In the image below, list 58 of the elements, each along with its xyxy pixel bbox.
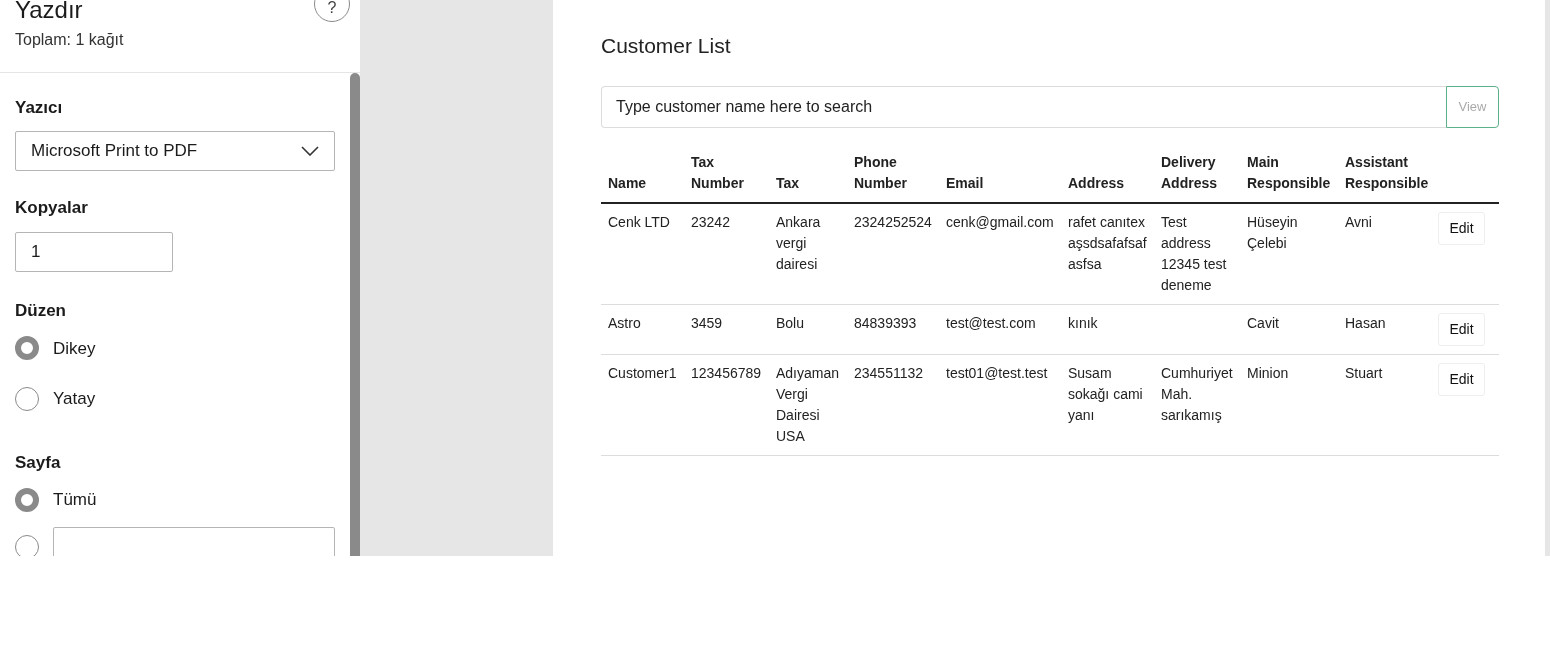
column-header: Tax Number [691,152,744,193]
page-title: Customer List [601,33,732,59]
table-cell-text: 3459 [690,313,724,333]
radio-label[interactable]: Dikey [53,335,96,361]
section-label: Kopyalar [15,196,89,219]
column-header: Address [1068,173,1125,193]
table-cell-text: cenk@gmail.com [945,212,1055,232]
table-cell-text: 123456789 [690,363,763,383]
column-header: Tax [776,173,800,193]
table-cell-text: Avni [1344,212,1373,232]
table-cell-text: 84839393 [853,313,918,333]
edit-button[interactable]: Edit [1438,211,1485,245]
table-cell-text: test01@test.test [945,363,1049,383]
table-cell-text: 234551132 [853,363,925,383]
table-cell-text: kınık [1067,313,1099,333]
table-cell-text: Susam sokağı cami yanı [1067,363,1144,425]
table-cell-text: Ankara vergi dairesi [775,212,822,274]
radio-label[interactable]: Yatay [53,386,96,412]
table-cell-text: test@test.com [945,313,1037,333]
section-label: Sayfa [15,451,62,474]
table-cell-text: Minion [1246,363,1290,383]
radio-button[interactable] [15,336,39,361]
column-header: Assistant Responsible [1345,152,1429,193]
table-cell-text: Adıyaman Vergi Dairesi USA [775,363,841,446]
table-cell-text: Cumhuriyet Mah. sarıkamış [1160,363,1234,425]
table-cell-text: Bolu [775,313,806,333]
column-header: Phone Number [854,152,907,193]
table-cell-text: Customer1 [607,363,678,383]
panel-title: Yazdır [15,0,84,22]
radio-button[interactable] [15,534,39,556]
edit-button[interactable]: Edit [1438,362,1485,396]
table-cell-text: Astro [607,313,642,333]
radio-label[interactable]: Tümü [53,487,97,513]
table-cell-text: Cavit [1246,313,1280,333]
page-range-field[interactable] [53,526,335,556]
copies-field[interactable]: 1 [15,232,173,272]
radio-button[interactable] [15,487,39,512]
printer-dropdown[interactable]: Microsoft Print to PDF [15,130,335,171]
sheet-count: Toplam: 1 kağıt [15,30,124,50]
table-cell-text: 23242 [690,212,731,232]
table-cell-text: Hüseyin Çelebi [1246,212,1299,253]
column-header: Name [608,173,647,193]
table-cell-text: Test address 12345 test deneme [1160,212,1228,295]
edit-button[interactable]: Edit [1438,312,1485,346]
table-cell-text: Cenk LTD [607,212,671,232]
radio-button[interactable] [15,386,39,411]
section-label: Yazıcı [15,97,64,119]
column-header: Email [946,173,984,193]
table-cell-text: 2324252524 [853,212,933,232]
table-cell-text: rafet canıtex aşsdsafafsaf asfsa [1067,212,1148,274]
search-field[interactable]: Type customer name here to search [601,85,1446,128]
chevron-down-icon [301,145,319,156]
table-cell-text: Hasan [1344,313,1387,333]
scrollbar[interactable] [350,73,360,556]
table-cell-text: Stuart [1344,363,1384,383]
section-label: Düzen [15,300,67,322]
column-header: Delivery Address [1161,152,1217,193]
column-header: Main Responsible [1247,152,1331,193]
